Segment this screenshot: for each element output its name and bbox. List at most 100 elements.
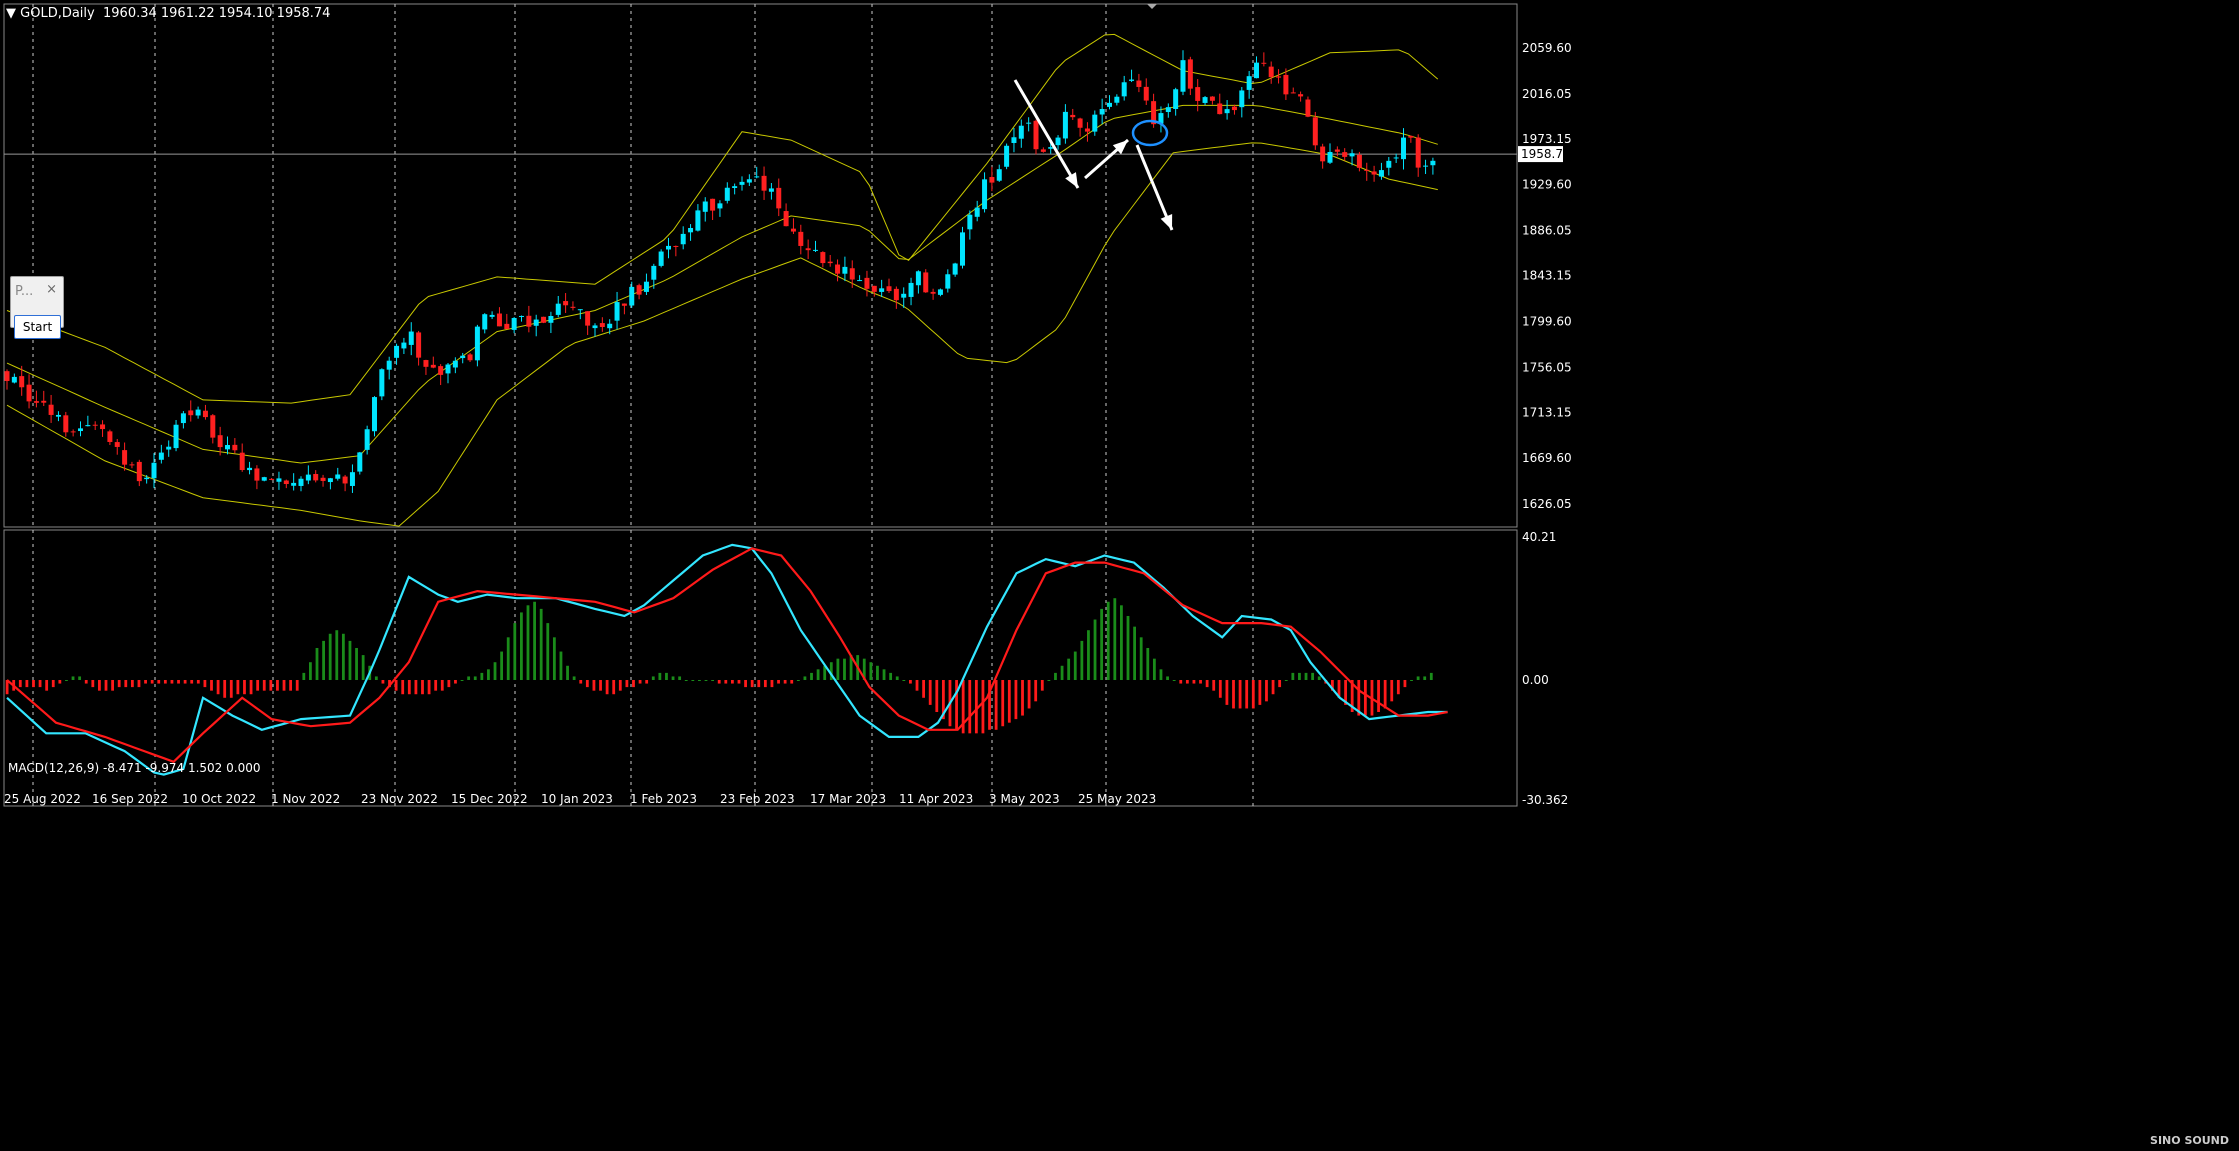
candle-body [548, 316, 554, 323]
close-icon[interactable]: × [46, 282, 57, 297]
candle-body [1165, 107, 1171, 113]
main-pane-frame [3, 3, 1518, 528]
macd-histogram-bar [1080, 640, 1084, 680]
macd-histogram-bar [1377, 680, 1380, 713]
candle-body [1217, 103, 1223, 115]
candle-body [114, 442, 120, 447]
candle-body [1356, 154, 1362, 168]
macd-histogram-bar [374, 676, 378, 680]
macd-histogram-bar [566, 665, 569, 680]
macd-histogram-bar [394, 680, 398, 691]
macd-histogram-bar [810, 672, 813, 680]
candle-body [607, 323, 613, 329]
candle-body [739, 181, 745, 185]
candle-body [937, 289, 943, 295]
candle-body [1092, 114, 1098, 132]
candle-body [511, 318, 517, 330]
macd-histogram-bar [895, 676, 899, 680]
candle-body [930, 291, 936, 294]
macd-histogram-bar [665, 672, 668, 680]
macd-histogram-bar [796, 680, 800, 681]
price-tick-label: 2016.05 [1522, 87, 1572, 101]
macd-histogram-bar [1363, 680, 1367, 716]
candle-body [555, 303, 561, 315]
macd-histogram-bar [1087, 630, 1090, 680]
macd-histogram-bar [196, 680, 200, 684]
date-tick-label: 11 Apr 2023 [899, 792, 973, 806]
candle-body [210, 415, 216, 438]
macd-histogram-bar [882, 669, 886, 680]
macd-histogram-bar [1225, 680, 1229, 705]
candle-body [783, 211, 789, 227]
macd-tick-label: -30.362 [1522, 793, 1568, 807]
candle-body [202, 410, 208, 418]
candle-body [1062, 111, 1068, 139]
macd-histogram-bar [421, 680, 424, 695]
collapse-triangle-icon[interactable]: ▼ [6, 6, 20, 21]
candle-body [952, 263, 958, 275]
candle-body [805, 248, 811, 251]
candle-body [776, 187, 782, 209]
candle-body [92, 424, 98, 426]
candle-body [1070, 114, 1076, 118]
candle-body [1415, 137, 1421, 168]
candle-body [489, 314, 495, 317]
candle-body [1378, 170, 1384, 177]
candle-body [710, 198, 716, 211]
candle-body [629, 286, 635, 306]
macd-histogram-bar [111, 680, 114, 691]
candle-body [100, 424, 106, 430]
start-button[interactable]: Start [14, 315, 61, 339]
candle-body [1107, 102, 1112, 107]
macd-histogram-bar [1396, 680, 1400, 695]
date-tick-label: 1 Feb 2023 [630, 792, 697, 806]
macd-histogram-bar [157, 680, 161, 684]
macd-histogram-bar [968, 680, 972, 734]
candle-body [1342, 152, 1348, 157]
macd-histogram-bar [1212, 680, 1216, 691]
macd-histogram-bar [1133, 626, 1136, 680]
macd-histogram-bar [269, 680, 273, 691]
macd-histogram-bar [480, 672, 484, 680]
macd-histogram-bar [335, 630, 339, 680]
date-tick-label: 10 Oct 2022 [182, 792, 256, 806]
price-tick-label: 1929.60 [1522, 178, 1572, 192]
candle-body [1143, 86, 1149, 101]
macd-histogram-bar [750, 680, 754, 688]
macd-histogram-bar [322, 640, 325, 680]
macd-histogram-bar [381, 680, 385, 684]
candle-body [585, 311, 591, 326]
macd-histogram-bar [790, 680, 794, 684]
macd-histogram-bar [256, 680, 260, 691]
macd-histogram-bar [1284, 680, 1288, 681]
macd-histogram-bar [1251, 680, 1255, 709]
candle-body [445, 364, 451, 374]
candle-body [915, 271, 921, 286]
macd-histogram-bar [922, 680, 926, 698]
candle-body [122, 450, 128, 465]
macd-histogram-bar [1027, 680, 1031, 709]
macd-histogram-bar [295, 680, 299, 691]
candle-body [1320, 146, 1326, 162]
macd-histogram-bar [1106, 601, 1110, 680]
date-tick-label: 1 Nov 2022 [271, 792, 340, 806]
macd-histogram-bar [605, 680, 609, 695]
candle-body [438, 366, 444, 375]
candle-body [901, 293, 907, 298]
macd-histogram-bar [638, 680, 642, 684]
macd-histogram-bar [1047, 680, 1051, 681]
macd-histogram-bar [1159, 669, 1163, 680]
macd-histogram-bar [816, 669, 820, 680]
macd-histogram-bar [348, 640, 352, 680]
candle-body [923, 272, 929, 293]
macd-histogram-bar [533, 601, 536, 680]
macd-histogram-bar [1067, 658, 1071, 680]
candle-body [695, 210, 701, 231]
macd-histogram-bar [58, 680, 62, 684]
macd-histogram-bar [698, 680, 701, 681]
price-tick-label: 1626.05 [1522, 497, 1572, 511]
candle-body [820, 252, 826, 264]
candle-body [996, 169, 1002, 181]
candle-body [651, 265, 657, 280]
candle-body [982, 179, 988, 210]
